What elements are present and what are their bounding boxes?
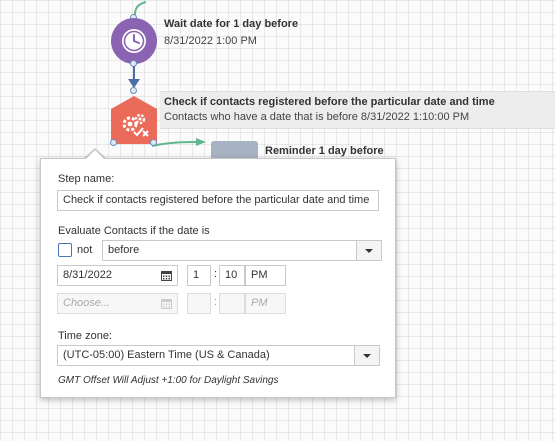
- check-node-left-port[interactable]: [110, 139, 117, 146]
- date1-hour-input[interactable]: 1: [187, 265, 211, 286]
- check-node-title: Check if contacts registered before the …: [164, 96, 495, 108]
- time-separator-disabled: :: [214, 296, 218, 308]
- timezone-dropdown-button[interactable]: [354, 345, 380, 366]
- operator-dropdown-button[interactable]: [356, 240, 382, 261]
- chevron-down-icon: [363, 353, 371, 358]
- wait-node-title: Wait date for 1 day before: [164, 18, 299, 30]
- timezone-select[interactable]: (UTC-05:00) Eastern Time (US & Canada): [57, 345, 355, 366]
- date2-input: Choose...: [57, 293, 178, 314]
- check-node-top-port[interactable]: [130, 87, 137, 94]
- reminder-node-title: Reminder 1 day before: [265, 145, 384, 157]
- not-checkbox[interactable]: [58, 243, 72, 257]
- gmt-offset-note: GMT Offset Will Adjust +1:00 for Dayligh…: [58, 375, 279, 386]
- check-node-right-port[interactable]: [150, 139, 157, 146]
- dialog-pointer-inner: [85, 150, 105, 160]
- wait-node-subtitle: 8/31/2022 1:00 PM: [164, 35, 257, 47]
- operator-select[interactable]: before: [102, 240, 358, 261]
- date2-ampm-input: PM: [245, 293, 286, 314]
- evaluate-label: Evaluate Contacts if the date is: [58, 225, 210, 237]
- date1-input[interactable]: 8/31/2022: [57, 265, 178, 286]
- check-node-subtitle: Contacts who have a date that is before …: [164, 111, 470, 123]
- date1-minute-input[interactable]: 10: [219, 265, 245, 286]
- step-name-label: Step name:: [58, 173, 115, 185]
- reminder-node[interactable]: [211, 141, 258, 159]
- gears-check-icon: [122, 113, 149, 137]
- date2-hour-input: [187, 293, 211, 314]
- time-separator: :: [214, 268, 218, 280]
- chevron-down-icon: [365, 248, 373, 253]
- calendar-icon-disabled: [161, 299, 172, 309]
- date2-minute-input: [219, 293, 245, 314]
- step-properties-dialog: Step name: Check if contacts registered …: [40, 158, 396, 398]
- wait-node[interactable]: [111, 18, 157, 64]
- branch-connector: [151, 138, 206, 147]
- timezone-label: Time zone:: [58, 330, 113, 342]
- clock-icon: [122, 29, 146, 53]
- date1-ampm-input[interactable]: PM: [245, 265, 286, 286]
- step-name-input[interactable]: Check if contacts registered before the …: [57, 190, 379, 211]
- not-label: not: [77, 244, 93, 256]
- calendar-icon[interactable]: [161, 270, 172, 281]
